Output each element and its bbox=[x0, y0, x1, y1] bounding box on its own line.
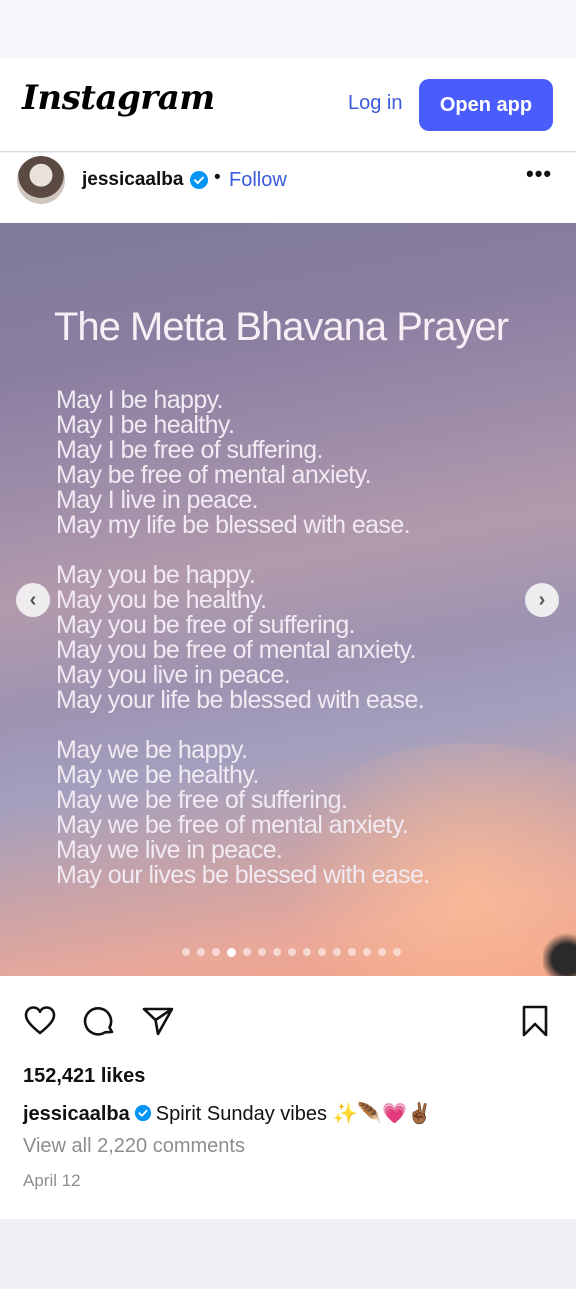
stanza-line: May my life be blessed with ease. bbox=[56, 511, 411, 539]
carousel-dot bbox=[258, 948, 266, 956]
chevron-left-icon: ‹ bbox=[29, 588, 37, 611]
stanza-line: May you be happy. bbox=[56, 561, 256, 589]
caption-text: Spirit Sunday vibes ✨🪶💗✌🏾 bbox=[155, 1103, 433, 1125]
avatar[interactable] bbox=[17, 156, 65, 204]
carousel-dot bbox=[333, 948, 341, 956]
stanza-2: May you be happy. May you be healthy. Ma… bbox=[56, 561, 425, 714]
post: jessicaalba • Follow ••• The Metta Bhava… bbox=[0, 153, 576, 1219]
carousel-dot bbox=[243, 948, 251, 956]
likes-count[interactable]: 152,421 likes bbox=[23, 1065, 145, 1088]
stanza-line: May I be happy. bbox=[56, 386, 224, 414]
post-username[interactable]: jessicaalba bbox=[82, 169, 183, 191]
carousel-dot bbox=[318, 948, 326, 956]
carousel-prev-button[interactable]: ‹ bbox=[16, 583, 50, 617]
stanza-line: May your life be blessed with ease. bbox=[56, 686, 425, 714]
stanza-line: May we be happy. bbox=[56, 736, 248, 764]
separator-dot: • bbox=[214, 167, 221, 188]
stanza-line: May you be healthy. bbox=[56, 586, 267, 614]
instagram-logo[interactable]: Instagram bbox=[22, 78, 215, 118]
carousel-dot bbox=[363, 948, 371, 956]
action-bar bbox=[0, 1003, 576, 1043]
stanza-line: May our lives be blessed with ease. bbox=[56, 861, 430, 889]
verified-badge-icon bbox=[134, 1104, 151, 1122]
app-header: Instagram Log in Open app bbox=[0, 58, 576, 152]
carousel-dot bbox=[227, 947, 236, 957]
stanza-line: May I be healthy. bbox=[56, 411, 235, 439]
stanza-line: May you live in peace. bbox=[56, 661, 291, 689]
carousel-dot bbox=[288, 948, 296, 956]
stanza-line: May we be healthy. bbox=[56, 761, 259, 789]
chevron-right-icon: › bbox=[538, 588, 546, 611]
carousel-indicator bbox=[182, 947, 401, 957]
more-options-icon[interactable]: ••• bbox=[526, 161, 552, 187]
stanza-line: May be free of mental anxiety. bbox=[56, 461, 372, 489]
image-title: The Metta Bhavana Prayer bbox=[54, 305, 509, 349]
stanza-line: May you be free of suffering. bbox=[56, 611, 356, 639]
stanza-line: May we be free of mental anxiety. bbox=[56, 811, 409, 839]
post-header: jessicaalba • Follow ••• bbox=[0, 153, 576, 223]
top-spacer bbox=[0, 0, 576, 58]
post-image[interactable]: The Metta Bhavana Prayer May I be happy.… bbox=[0, 223, 576, 976]
tree-silhouette bbox=[543, 923, 576, 976]
verified-badge-icon bbox=[190, 171, 208, 189]
heart-icon[interactable] bbox=[22, 1003, 58, 1039]
carousel-dot bbox=[182, 948, 190, 956]
carousel-dot bbox=[273, 948, 281, 956]
open-app-button[interactable]: Open app bbox=[419, 79, 553, 131]
view-comments-link[interactable]: View all 2,220 comments bbox=[23, 1135, 245, 1158]
carousel-dot bbox=[197, 948, 205, 956]
carousel-next-button[interactable]: › bbox=[525, 583, 559, 617]
stanza-line: May I be free of suffering. bbox=[56, 436, 323, 464]
stanza-line: May I live in peace. bbox=[56, 486, 259, 514]
stanza-line: May we be free of suffering. bbox=[56, 786, 348, 814]
carousel-dot bbox=[303, 948, 311, 956]
carousel-dot bbox=[378, 948, 386, 956]
stanza-3: May we be happy. May we be healthy. May … bbox=[56, 738, 430, 888]
stanza-line: May you be free of mental anxiety. bbox=[56, 636, 416, 664]
stanza-line: May we live in peace. bbox=[56, 836, 283, 864]
stanza-1: May I be happy. May I be healthy. May I … bbox=[56, 386, 411, 539]
caption: jessicaalba Spirit Sunday vibes ✨🪶💗✌🏾 bbox=[23, 1101, 432, 1126]
post-date: April 12 bbox=[23, 1171, 81, 1190]
comment-icon[interactable] bbox=[81, 1003, 117, 1039]
follow-button[interactable]: Follow bbox=[229, 169, 287, 192]
login-link[interactable]: Log in bbox=[348, 92, 403, 115]
carousel-dot bbox=[212, 948, 220, 956]
carousel-dot bbox=[393, 948, 401, 956]
caption-username[interactable]: jessicaalba bbox=[23, 1103, 130, 1125]
bookmark-icon[interactable] bbox=[517, 1003, 553, 1039]
share-icon[interactable] bbox=[140, 1003, 176, 1039]
carousel-dot bbox=[348, 948, 356, 956]
